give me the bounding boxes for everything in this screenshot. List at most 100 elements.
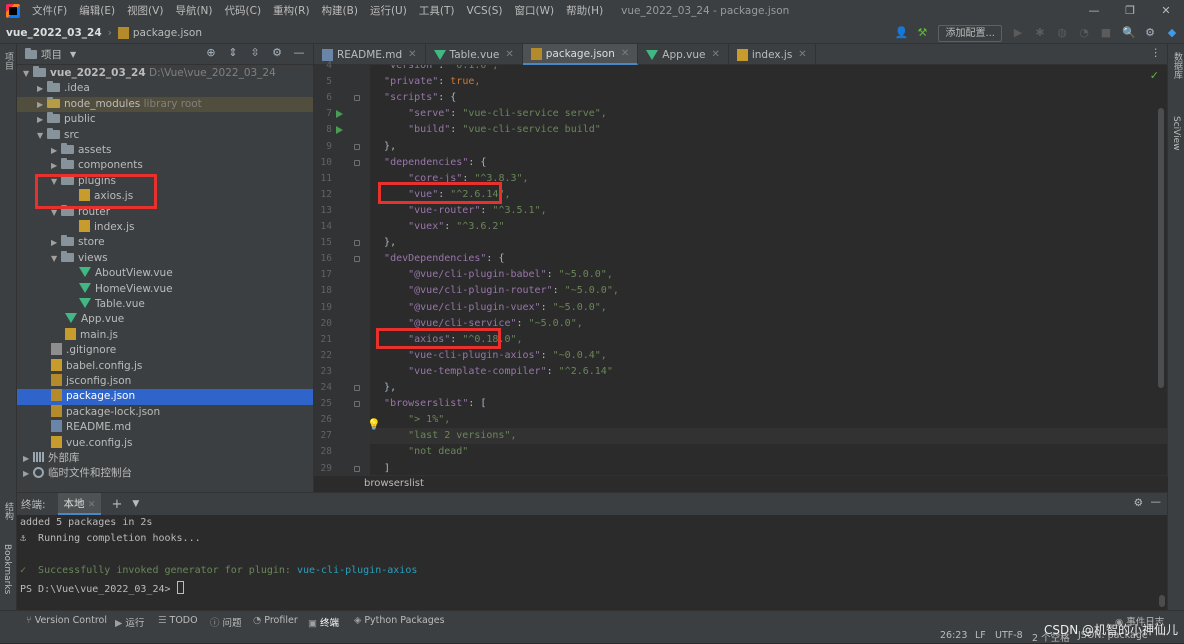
tree-item-aboutview[interactable]: AboutView.vue (17, 266, 313, 281)
menu-vcs[interactable]: VCS(S) (460, 0, 508, 22)
tool-todo[interactable]: ☰ TODO (158, 615, 198, 626)
tree-item-assets[interactable]: ▶ assets (17, 143, 313, 158)
hide-panel-icon[interactable]: — (1151, 496, 1162, 508)
sciview-tool-tab[interactable]: SciView (1171, 116, 1181, 151)
user-icon[interactable]: 👤 (894, 27, 908, 39)
tree-item-views[interactable]: ▼ views (17, 250, 313, 266)
breadcrumb-project[interactable]: vue_2022_03_24 (0, 27, 108, 39)
tab-app-vue[interactable]: App.vue ✕ (638, 44, 729, 65)
terminal-prompt[interactable]: PS D:\Vue\vue_2022_03_24> (20, 581, 184, 595)
tool-version-control[interactable]: ⑂ Version Control (26, 615, 107, 626)
close-icon[interactable]: ✕ (88, 500, 96, 510)
locate-icon[interactable]: ⊕ (205, 47, 217, 59)
fold-marker-icon[interactable] (354, 465, 360, 472)
lightbulb-icon[interactable]: 💡 (370, 418, 381, 431)
tool-profiler[interactable]: ◔ Profiler (253, 615, 298, 626)
tree-item-package-lock[interactable]: package-lock.json (17, 404, 313, 420)
code-line[interactable]: "devDependencies": { (370, 251, 1168, 267)
stop-icon[interactable]: ■ (1100, 27, 1112, 39)
code-line[interactable]: "@vue/cli-plugin-vuex": "~5.0.0", (370, 300, 1168, 316)
tree-item-idea[interactable]: ▶ .idea (17, 81, 313, 96)
fold-marker-icon[interactable] (354, 240, 360, 247)
profile-icon[interactable]: ◔ (1078, 27, 1090, 39)
tree-item-readme[interactable]: README.md (17, 420, 313, 435)
code-line[interactable]: "browserslist": [ (370, 396, 1168, 412)
code-line[interactable]: "vue-cli-plugin-axios": "~0.0.4", (370, 348, 1168, 364)
code-line[interactable]: "vuex": "^3.6.2" (370, 219, 1168, 235)
menu-help[interactable]: 帮助(H) (560, 0, 609, 22)
editor-scrollbar[interactable] (1158, 108, 1164, 388)
settings-gear-icon[interactable]: ⚙ (1144, 27, 1156, 39)
tree-item-scratches[interactable]: ▶ 临时文件和控制台 (17, 466, 313, 481)
tree-item-index-js[interactable]: index.js (17, 220, 313, 235)
menu-navigate[interactable]: 导航(N) (169, 0, 218, 22)
tab-table-vue[interactable]: Table.vue ✕ (426, 44, 523, 65)
chevron-down-icon[interactable]: ▼ (132, 499, 139, 509)
menu-run[interactable]: 运行(U) (364, 0, 413, 22)
code-line[interactable]: "@vue/cli-plugin-babel": "~5.0.0", (370, 267, 1168, 283)
terminal-scrollbar[interactable] (1159, 595, 1165, 607)
fold-marker-icon[interactable] (354, 143, 360, 150)
line-separator[interactable]: LF (975, 630, 986, 641)
tree-item-table-vue[interactable]: Table.vue (17, 297, 313, 312)
breadcrumb-file[interactable]: package.json (133, 27, 202, 39)
code-line[interactable]: "@vue/cli-plugin-router": "~5.0.0", (370, 283, 1168, 299)
caret-position[interactable]: 26:23 (940, 630, 967, 641)
tree-item-src[interactable]: ▼ src (17, 127, 313, 143)
project-panel-title[interactable]: 项目 (41, 47, 62, 62)
structure-tool-tab[interactable]: 结构 (2, 502, 15, 520)
code-line[interactable]: "last 2 versions", (370, 428, 1168, 445)
tree-item-components[interactable]: ▶ components (17, 158, 313, 173)
code-line[interactable]: ] (370, 461, 1168, 476)
code-line[interactable]: "build": "vue-cli-service build" (370, 122, 1168, 138)
menu-file[interactable]: 文件(F) (26, 0, 73, 22)
tab-package-json[interactable]: package.json ✕ (522, 44, 639, 65)
close-icon[interactable]: ✕ (1148, 0, 1184, 22)
expand-all-icon[interactable]: ⇕ (227, 47, 239, 59)
tree-item-gitignore[interactable]: .gitignore (17, 343, 313, 358)
fold-marker-icon[interactable] (354, 95, 360, 102)
close-tab-icon[interactable]: ✕ (505, 49, 513, 60)
run-script-icon[interactable] (336, 110, 343, 119)
run-script-icon[interactable] (336, 126, 343, 135)
run-icon[interactable]: ▶ (1012, 27, 1024, 39)
menu-tools[interactable]: 工具(T) (413, 0, 461, 22)
chevron-down-icon[interactable]: ▼ (70, 50, 76, 59)
tool-run[interactable]: ▶ 运行 (115, 615, 144, 629)
tree-item-root[interactable]: ▼ vue_2022_03_24 D:\Vue\vue_2022_03_24 (17, 66, 313, 81)
menu-window[interactable]: 窗口(W) (509, 0, 561, 22)
close-tab-icon[interactable]: ✕ (621, 48, 629, 59)
menu-edit[interactable]: 编辑(E) (73, 0, 121, 22)
terminal-tab-local[interactable]: 本地 ✕ (57, 493, 102, 515)
code-line[interactable]: }, (370, 380, 1168, 396)
code-line[interactable]: }, (370, 139, 1168, 155)
menu-view[interactable]: 视图(V) (121, 0, 169, 22)
bookmarks-tool-tab[interactable]: Bookmarks (2, 544, 12, 594)
tool-terminal[interactable]: ▣ 终端 (308, 615, 339, 629)
tree-item-store[interactable]: ▶ store (17, 235, 313, 250)
hide-icon[interactable]: — (293, 47, 305, 59)
code-line[interactable]: "> 1%", (370, 412, 1168, 428)
database-tool-tab[interactable]: 数据库 (1171, 52, 1184, 79)
add-terminal-icon[interactable]: + (111, 497, 122, 512)
more-tabs-icon[interactable]: ⋮ (1151, 47, 1162, 59)
tool-python-packages[interactable]: ◈ Python Packages (354, 615, 445, 626)
tree-item-package-json[interactable]: package.json (17, 389, 313, 405)
add-configuration-button[interactable]: 添加配置... (938, 24, 1002, 42)
menu-code[interactable]: 代码(C) (219, 0, 268, 22)
tree-item-babel-config[interactable]: babel.config.js (17, 358, 313, 374)
coverage-icon[interactable]: ◍ (1056, 27, 1068, 39)
code-line[interactable]: }, (370, 235, 1168, 251)
debug-icon[interactable]: ✱ (1034, 27, 1046, 39)
fold-marker-icon[interactable] (354, 401, 360, 408)
tree-item-homeview[interactable]: HomeView.vue (17, 282, 313, 297)
project-tool-tab[interactable]: 项目 (2, 52, 15, 70)
tree-item-node-modules[interactable]: ▶ node_modules library root (17, 96, 313, 113)
tree-item-public[interactable]: ▶ public (17, 112, 313, 127)
close-tab-icon[interactable]: ✕ (408, 49, 416, 60)
fold-marker-icon[interactable] (354, 256, 360, 263)
settings-gear-icon[interactable]: ⚙ (1134, 497, 1143, 509)
settings-gear-icon[interactable]: ⚙ (271, 47, 283, 59)
code-line[interactable]: "version": "0.1.0", (370, 65, 1168, 74)
menu-build[interactable]: 构建(B) (316, 0, 364, 22)
